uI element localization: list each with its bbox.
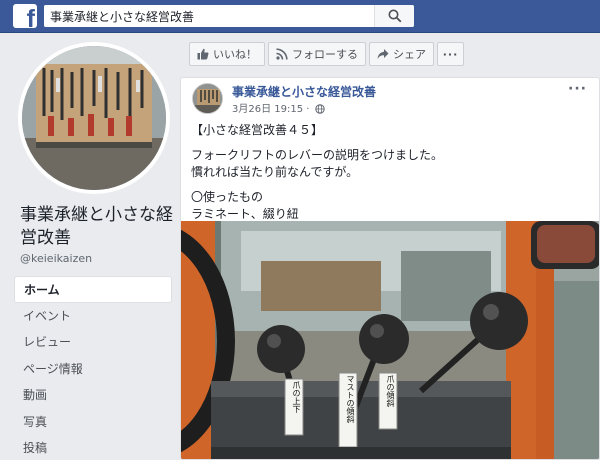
post-author-name[interactable]: 事業承継と小さな経営改善 — [232, 83, 376, 100]
post-text-line: フォークリフトのレバーの説明をつけました。 — [191, 148, 444, 162]
profile-picture[interactable] — [18, 42, 170, 194]
thumbs-up-icon — [197, 48, 209, 60]
nav-item-about[interactable]: ページ情報 — [14, 356, 172, 383]
search-button[interactable] — [374, 5, 414, 27]
search-icon — [388, 9, 402, 23]
post-text-line: 〇使ったもの — [191, 190, 264, 204]
more-actions-button[interactable]: ··· — [437, 42, 464, 66]
share-button-label: シェア — [393, 48, 426, 61]
facebook-logo-letter: f — [26, 5, 35, 29]
like-button[interactable]: いいね！ — [189, 42, 265, 66]
search-box — [44, 5, 414, 27]
follow-button-label: フォローする — [292, 48, 358, 61]
nav-item-posts[interactable]: 投稿 — [14, 435, 172, 460]
nav-item-photos[interactable]: 写真 — [14, 409, 172, 436]
post-text-line: 【小さな経営改善４５】 — [191, 123, 324, 137]
post-timestamp[interactable]: 3月26日 19:15 · — [232, 100, 325, 115]
post-options-button[interactable]: ··· — [568, 81, 587, 97]
rss-follow-icon — [276, 48, 288, 60]
profile-photo-tools-on-wall — [22, 46, 166, 190]
post-timestamp-text: 3月26日 19:15 · — [232, 104, 310, 115]
nav-item-home[interactable]: ホーム — [14, 276, 172, 303]
post-photo-forklift-levers[interactable]: 爪の上下 マストの傾斜 爪の傾斜 — [181, 221, 599, 459]
page-username[interactable]: @keieikaizen — [20, 252, 92, 265]
post-text-line: 慣れれば当たり前なんですが。 — [191, 165, 359, 179]
globe-icon — [314, 104, 325, 114]
post-text: 【小さな経営改善４５】 フォークリフトのレバーの説明をつけました。 慣れれば当た… — [191, 122, 591, 223]
page-navigation: ホーム イベント レビュー ページ情報 動画 写真 投稿 — [14, 276, 172, 460]
nav-item-reviews[interactable]: レビュー — [14, 329, 172, 356]
top-navigation-bar: f — [0, 0, 600, 33]
search-input[interactable] — [44, 5, 376, 27]
facebook-logo[interactable]: f — [13, 4, 37, 28]
lever-label-fork-height: 爪の上下 — [292, 381, 301, 413]
share-button[interactable]: シェア — [369, 42, 434, 66]
page-name: 事業承継と小さな経営改善 — [20, 205, 173, 248]
share-arrow-icon — [377, 49, 389, 59]
post-author-avatar[interactable] — [192, 83, 223, 114]
page-action-bar: いいね！ フォローする シェア ··· — [189, 42, 467, 66]
follow-button[interactable]: フォローする — [268, 42, 366, 66]
nav-item-events[interactable]: イベント — [14, 303, 172, 330]
nav-item-videos[interactable]: 動画 — [14, 382, 172, 409]
lever-label-fork-tilt: 爪の傾斜 — [386, 375, 395, 407]
like-button-label: いいね！ — [213, 48, 257, 61]
post-card: 事業承継と小さな経営改善 3月26日 19:15 · ··· 【小さな経営改善４… — [180, 77, 600, 460]
lever-label-mast-tilt: マストの傾斜 — [346, 375, 355, 423]
